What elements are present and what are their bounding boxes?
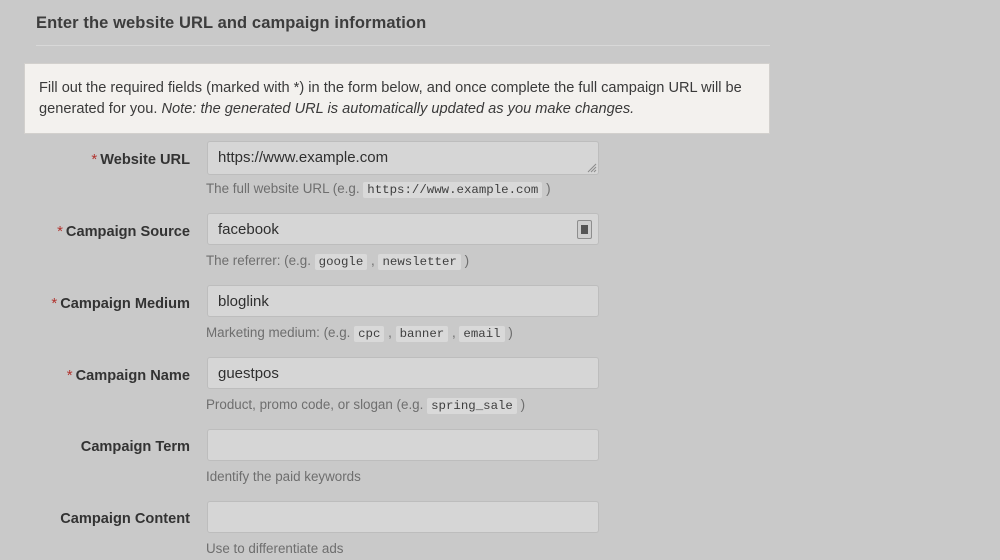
input-campaign-medium[interactable] [207, 285, 599, 317]
label-website-url: * Website URL [0, 151, 190, 168]
help-prefix: Identify the paid keywords [206, 469, 361, 484]
input-campaign-name[interactable] [207, 357, 599, 389]
control-wrapper-campaign-medium [207, 285, 599, 317]
required-asterisk: * [51, 295, 58, 312]
help-suffix: ) [546, 181, 551, 196]
help-text-campaign-content: Use to differentiate ads [206, 541, 343, 556]
heading-divider [36, 45, 770, 46]
help-text-website-url: The full website URL (e.g. https://www.e… [206, 181, 551, 198]
label-campaign-medium: * Campaign Medium [0, 295, 190, 312]
help-prefix: The full website URL (e.g. [206, 181, 360, 196]
help-suffix: ) [464, 253, 470, 268]
control-wrapper-campaign-content [207, 501, 599, 533]
campaign-url-builder-page: Enter the website URL and campaign infor… [0, 0, 1000, 560]
help-suffix: ) [520, 397, 526, 412]
help-example-chip: google [314, 254, 368, 270]
label-text: Campaign Term [80, 439, 190, 455]
autofill-glyph [581, 225, 588, 234]
help-text-campaign-name: Product, promo code, or slogan (e.g. spr… [206, 397, 526, 414]
help-prefix: The referrer: (e.g. [206, 253, 311, 268]
label-campaign-term: Campaign Term [0, 439, 190, 455]
label-text: Campaign Content [60, 511, 190, 527]
input-campaign-source[interactable] [207, 213, 599, 245]
instructions-text: Fill out the required fields (marked wit… [39, 78, 753, 120]
required-asterisk: * [57, 223, 63, 240]
label-text: Campaign Source [65, 224, 190, 240]
help-example-chip: cpc [354, 326, 385, 342]
control-wrapper-campaign-name [207, 357, 599, 389]
required-asterisk: * [91, 151, 98, 168]
help-example-chip: spring_sale [427, 398, 517, 414]
help-text-campaign-medium: Marketing medium: (e.g. cpc , banner , e… [206, 325, 513, 342]
page-title: Enter the website URL and campaign infor… [36, 14, 427, 32]
help-example-chip: newsletter [378, 254, 461, 270]
help-text-campaign-source: The referrer: (e.g. google , newsletter … [206, 253, 470, 270]
help-prefix: Marketing medium: (e.g. [206, 325, 351, 340]
label-campaign-name: * Campaign Name [0, 367, 190, 384]
autofill-icon[interactable] [577, 220, 592, 239]
help-text-campaign-term: Identify the paid keywords [206, 469, 361, 484]
control-wrapper-website-url [207, 141, 599, 175]
label-campaign-content: Campaign Content [0, 511, 190, 527]
help-prefix: Use to differentiate ads [206, 541, 344, 556]
label-text: Campaign Medium [60, 296, 190, 312]
help-suffix: ) [508, 325, 513, 340]
input-campaign-content[interactable] [207, 501, 599, 533]
required-asterisk: * [66, 367, 73, 384]
help-example-chip: banner [395, 326, 449, 342]
label-text: Website URL [100, 152, 190, 168]
control-wrapper-campaign-source [207, 213, 599, 245]
instructions-note: Note: the generated URL is automatically… [161, 101, 635, 117]
input-website-url[interactable] [207, 141, 599, 175]
label-campaign-source: * Campaign Source [0, 223, 190, 240]
help-prefix: Product, promo code, or slogan (e.g. [206, 397, 424, 412]
label-text: Campaign Name [75, 368, 190, 384]
instructions-callout: Fill out the required fields (marked wit… [24, 63, 770, 134]
input-campaign-term[interactable] [207, 429, 599, 461]
help-example-chip: email [459, 326, 505, 342]
control-wrapper-campaign-term [207, 429, 599, 461]
help-example-chip: https://www.example.com [363, 182, 543, 198]
